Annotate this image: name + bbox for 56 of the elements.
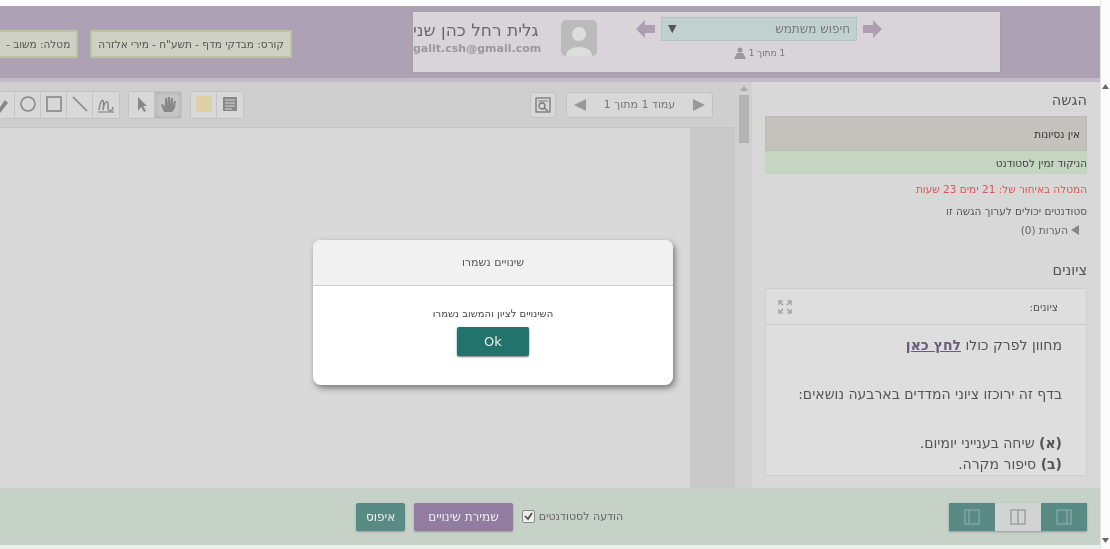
panel-layout-icon [1056, 508, 1072, 525]
user-name: גלית רחל כהן שני [413, 20, 539, 40]
arrow-left-icon[interactable] [635, 19, 657, 39]
notify-label: הודעה לסטודנטים [538, 510, 624, 523]
caret-icon: ▼ [668, 22, 677, 35]
color-swatch-tool-button[interactable] [191, 91, 217, 118]
tag-label: קורס: מבדקי מדף - תשע"ח - מירי אלזרה [90, 30, 292, 58]
editor-label: ציונים: [1029, 300, 1058, 313]
editor-paragraph: (ב) סיפור מקרה. [957, 455, 1062, 474]
avatar-icon [561, 20, 597, 56]
scroll-up-icon[interactable] [1102, 84, 1109, 89]
checkmark-icon [523, 512, 533, 521]
expand-icon[interactable] [778, 299, 792, 314]
page-number: עמוד 1 מתוך 1 [603, 98, 676, 111]
dialog-title: שינויים נשמרו [313, 240, 673, 286]
layout-button[interactable] [1041, 502, 1087, 531]
user-count: 1 מתוך 1 [748, 48, 786, 58]
circle-icon [18, 95, 37, 114]
save-button[interactable]: שמירת שינויים [414, 502, 513, 531]
section-title: הגשה [1050, 92, 1087, 108]
reset-button[interactable]: איפוס [356, 502, 406, 531]
editor-paragraph: בדף זה ירוכזו ציוני המדדים בארבעה נושאים: [797, 385, 1062, 404]
scroll-down-icon[interactable] [1102, 538, 1109, 543]
line-icon [70, 95, 89, 114]
pointer-tool-button[interactable] [129, 91, 155, 118]
comments-toggle[interactable]: הערות (0) [765, 224, 1079, 236]
person-icon [732, 47, 747, 59]
grade-released-banner: הניקוד זמין לסטודנט [765, 151, 1087, 174]
user-email: galit.csh@gmail.com [413, 42, 542, 55]
document-search-button[interactable] [530, 91, 556, 118]
section-title: ציונים [1051, 262, 1087, 278]
hand-tool-button[interactable] [155, 91, 181, 118]
editor-paragraph: מחוון לפרק כולו לחץ כאן [904, 336, 1062, 355]
editor-paragraph: (א) שיחה בענייני יומיום. [918, 434, 1062, 453]
panel-layout-icon [964, 508, 980, 525]
next-page-icon[interactable] [692, 97, 706, 112]
notify-checkbox[interactable] [521, 510, 535, 523]
rubric-link[interactable]: לחץ כאן [905, 337, 961, 353]
arrow-right-icon[interactable] [861, 19, 883, 39]
document-search-icon [535, 96, 551, 113]
scrollbar-thumb[interactable] [738, 95, 749, 143]
late-notice: המטלה באיחור של: 21 ימים 23 שעות [914, 182, 1087, 196]
edit-permission-text: סטודנטים יכולים לערוך הגשה זו [945, 204, 1087, 218]
layout-button[interactable] [995, 502, 1041, 531]
tag-label: מטלה: משוב - [0, 30, 79, 58]
panel-layout-icon [1010, 508, 1026, 525]
page-navigator[interactable]: עמוד 1 מתוך 1 [566, 91, 713, 118]
previous-page-icon[interactable] [573, 97, 587, 112]
attempts-banner: אין נסיונות [765, 116, 1087, 151]
layout-button[interactable] [949, 502, 995, 531]
color-swatch-icon [194, 95, 213, 114]
ok-button[interactable]: Ok [457, 327, 529, 356]
text-lines-icon [221, 95, 239, 114]
hand-icon [159, 95, 177, 114]
square-icon [44, 95, 63, 114]
dialog-message: השינויים לציון והמשוב נשמרו [431, 308, 555, 319]
